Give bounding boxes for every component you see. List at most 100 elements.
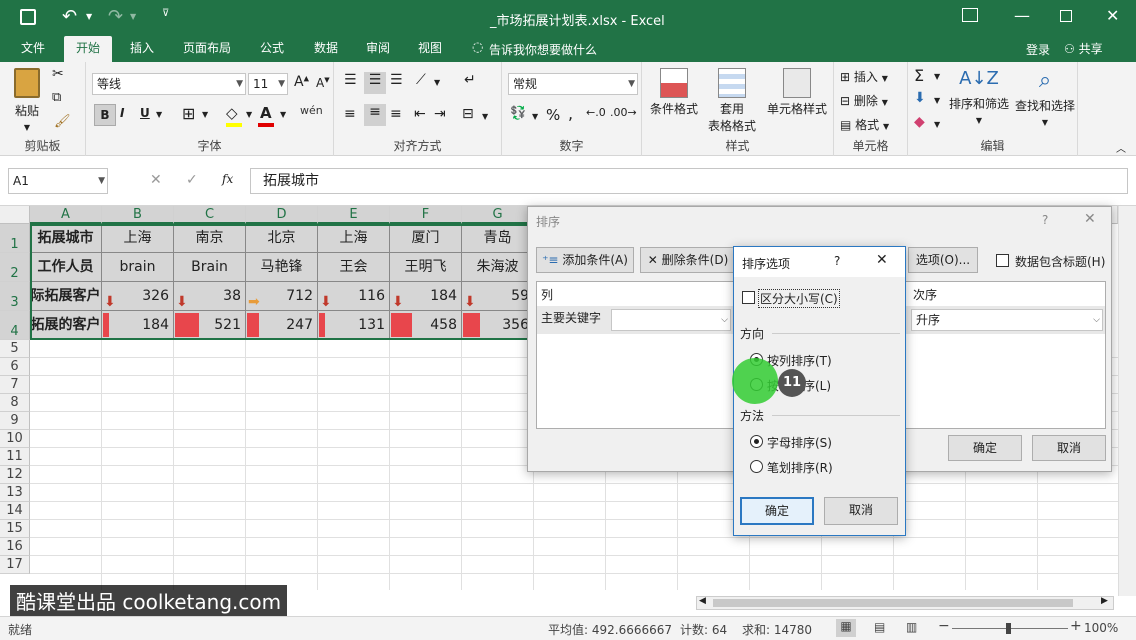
sort-filter-button[interactable]: A↓Z 排序和筛选 ▼ [948,68,1010,126]
scroll-left-icon[interactable]: ◀ [699,596,706,606]
vertical-scrollbar[interactable] [1118,206,1136,596]
borders-icon[interactable]: ⊞ [182,104,195,123]
sort-dialog-close-icon[interactable]: ✕ [1084,211,1096,227]
page-break-view-icon[interactable]: ▥ [906,620,917,634]
column-header[interactable]: E [318,206,390,224]
align-right-icon[interactable]: ≡ [390,106,402,122]
options-cancel-button[interactable]: 取消 [824,497,898,525]
add-condition-button[interactable]: ⁺≡ 添加条件(A) [536,247,634,273]
fill-color-icon[interactable]: ◇ [226,104,238,122]
fill-dropdown-icon[interactable]: ▼ [246,110,252,119]
options-close-icon[interactable]: ✕ [876,252,888,268]
conditional-format-button[interactable]: 条件格式 [648,68,700,117]
delete-condition-button[interactable]: ✕ 删除条件(D) [640,247,736,273]
row-header[interactable]: 6 [0,358,30,376]
orientation-dropdown-icon[interactable]: ▼ [434,78,440,87]
row-header[interactable]: 2 [0,253,30,282]
formula-input[interactable]: 拓展城市 [250,168,1128,194]
column-header[interactable]: D [246,206,318,224]
font-size-select[interactable]: 11 ▼ [248,73,288,95]
increase-decimal-icon[interactable]: ←.0 [586,106,606,119]
font-color-dropdown-icon[interactable]: ▼ [280,110,286,119]
header-checkbox[interactable] [996,254,1009,267]
comma-icon[interactable]: , [568,104,573,123]
format-cells-button[interactable]: ▤ 格式 ▼ [840,116,889,133]
tab-insert[interactable]: 插入 [120,36,164,62]
cut-icon[interactable]: ✂ [52,66,64,82]
row-header[interactable]: 10 [0,430,30,448]
minimize-icon[interactable]: — [1014,6,1030,25]
redo-icon[interactable]: ↷ [108,6,123,27]
italic-button[interactable]: I [120,106,124,120]
tab-review[interactable]: 审阅 [356,36,400,62]
align-top-icon[interactable]: ☰ [344,72,357,88]
shrink-font-icon[interactable]: A▼ [316,76,330,90]
row-header[interactable]: 3 [0,282,30,311]
sort-dialog-help-icon[interactable]: ? [1042,213,1048,227]
normal-view-icon[interactable]: ▦ [836,619,856,637]
maximize-icon[interactable] [1060,10,1072,22]
options-button[interactable]: 选项(O)... [908,247,978,273]
fill-icon[interactable]: ⬇ [914,90,926,106]
customize-qat-icon[interactable]: ⊽ [162,8,169,19]
decrease-decimal-icon[interactable]: .00→ [610,106,637,119]
column-header[interactable]: C [174,206,246,224]
select-all-corner[interactable] [0,206,30,224]
ribbon-display-icon[interactable] [962,8,978,22]
clear-dropdown-icon[interactable]: ▼ [934,120,940,129]
zoom-out-icon[interactable]: − [938,618,950,634]
accounting-dropdown-icon[interactable]: ▼ [532,112,538,121]
page-layout-view-icon[interactable]: ▤ [874,620,885,634]
name-box[interactable]: A1 ▼ [8,168,108,194]
collapse-ribbon-icon[interactable]: ︿ [1116,140,1126,155]
scroll-thumb[interactable] [713,599,1073,607]
copy-icon[interactable]: ⧉ [52,90,61,105]
undo-dropdown-icon[interactable]: ▼ [86,12,92,21]
zoom-thumb[interactable] [1006,623,1011,634]
share-button[interactable]: ⚇ 共享 [1064,40,1103,57]
redo-dropdown-icon[interactable]: ▼ [130,12,136,21]
underline-button[interactable]: U [140,106,150,120]
row-header[interactable]: 16 [0,538,30,556]
insert-cells-button[interactable]: ⊞ 插入 ▼ [840,68,888,85]
row-header[interactable]: 13 [0,484,30,502]
row-header[interactable]: 9 [0,412,30,430]
underline-dropdown-icon[interactable]: ▼ [156,110,162,119]
tab-formulas[interactable]: 公式 [250,36,294,62]
zoom-in-icon[interactable]: + [1070,618,1082,634]
borders-dropdown-icon[interactable]: ▼ [202,110,208,119]
login-link[interactable]: 登录 [1026,41,1050,58]
main-key-select[interactable]: ⌵ [611,309,731,331]
undo-icon[interactable]: ↶ [62,6,77,27]
increase-indent-icon[interactable]: ⇥ [434,106,446,122]
column-header[interactable]: B [102,206,174,224]
confirm-entry-icon[interactable]: ✓ [186,172,198,188]
column-header[interactable]: G [462,206,534,224]
case-sensitive-checkbox[interactable] [742,291,755,304]
row-header[interactable]: 4 [0,311,30,340]
order-select[interactable]: 升序 ⌵ [911,309,1103,331]
alphabetic-radio[interactable] [750,435,763,448]
fill-dropdown-icon[interactable]: ▼ [934,96,940,105]
row-header[interactable]: 12 [0,466,30,484]
accounting-icon[interactable]: 💱 [510,106,526,121]
find-select-button[interactable]: ⌕ 查找和选择 ▼ [1014,68,1076,128]
options-ok-button[interactable]: 确定 [740,497,814,525]
sort-cancel-button[interactable]: 取消 [1032,435,1106,461]
options-help-icon[interactable]: ? [834,254,840,268]
align-bottom-icon[interactable]: ☰ [390,72,403,88]
stroke-radio[interactable] [750,460,763,473]
autosum-dropdown-icon[interactable]: ▼ [934,72,940,81]
font-name-select[interactable]: 等线 ▼ [92,73,246,95]
align-middle-icon[interactable]: ☰ [364,72,386,94]
merge-dropdown-icon[interactable]: ▼ [482,112,488,121]
align-left-icon[interactable]: ≡ [344,106,356,122]
format-as-table-button[interactable]: 套用 表格格式 [702,68,762,134]
format-painter-icon[interactable]: 🖌 [54,114,71,129]
cell-styles-button[interactable]: 单元格样式 [762,68,832,117]
row-header[interactable]: 14 [0,502,30,520]
insert-function-icon[interactable]: fx [222,172,233,186]
phonetic-icon[interactable]: wén [300,104,323,117]
row-header[interactable]: 15 [0,520,30,538]
save-icon[interactable] [20,9,36,25]
